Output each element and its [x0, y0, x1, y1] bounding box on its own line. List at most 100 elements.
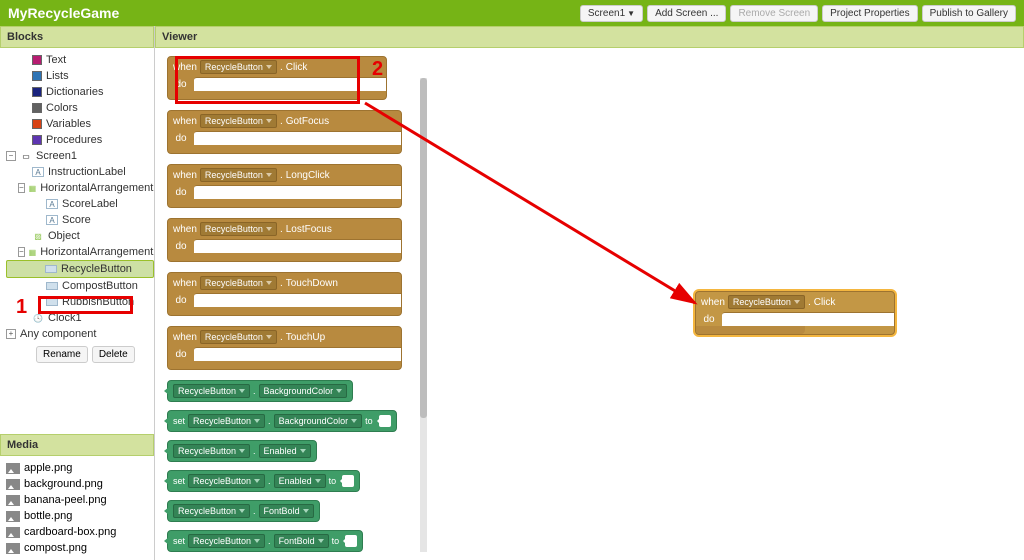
- topbar-buttons: Screen1▼ Add Screen ... Remove Screen Pr…: [580, 5, 1016, 22]
- setter-block-enabled[interactable]: setRecycleButton.Enabledto: [167, 470, 360, 492]
- label-icon: A: [46, 215, 58, 225]
- component-dropdown[interactable]: RecycleButton: [200, 168, 277, 182]
- tree-clock1[interactable]: 🕓Clock1: [6, 310, 154, 326]
- event-block-touchup[interactable]: whenRecycleButton.TouchUp do: [167, 326, 402, 370]
- label-icon: A: [46, 199, 58, 209]
- scrollbar-thumb[interactable]: [420, 78, 427, 418]
- project-properties-button[interactable]: Project Properties: [822, 5, 917, 22]
- component-dropdown[interactable]: RecycleButton: [200, 276, 277, 290]
- component-dropdown[interactable]: RecycleButton: [200, 114, 277, 128]
- rename-button[interactable]: Rename: [36, 346, 88, 363]
- tree-score[interactable]: AScore: [6, 212, 154, 228]
- tree-h2[interactable]: −▦HorizontalArrangement2: [6, 244, 154, 260]
- expand-icon[interactable]: +: [6, 329, 16, 339]
- viewer-workspace[interactable]: whenRecycleButton.Click do whenRecycleBu…: [155, 48, 1024, 560]
- chevron-down-icon: [336, 389, 342, 393]
- tree-recyclebutton[interactable]: RecycleButton: [6, 260, 154, 278]
- media-item[interactable]: background.png: [6, 476, 148, 492]
- delete-button[interactable]: Delete: [92, 346, 135, 363]
- event-block-longclick[interactable]: whenRecycleButton.LongClick do: [167, 164, 402, 208]
- screen-dropdown[interactable]: Screen1▼: [580, 5, 643, 22]
- chevron-down-icon: [239, 449, 245, 453]
- label-icon: A: [32, 167, 44, 177]
- chevron-down-icon: [300, 449, 306, 453]
- tree-rubbishbutton[interactable]: RubbishButton: [6, 294, 154, 310]
- builtin-procedures[interactable]: Procedures: [6, 132, 154, 148]
- builtin-variables[interactable]: Variables: [6, 116, 154, 132]
- app-title: MyRecycleGame: [8, 5, 119, 21]
- media-item[interactable]: banana-peel.png: [6, 492, 148, 508]
- image-file-icon: [6, 495, 20, 506]
- chevron-down-icon: [266, 65, 272, 69]
- tree-instructionlabel[interactable]: AInstructionLabel: [6, 164, 154, 180]
- component-dropdown[interactable]: RecycleButton: [200, 60, 277, 74]
- builtin-lists[interactable]: Lists: [6, 68, 154, 84]
- tree-scorelabel[interactable]: AScoreLabel: [6, 196, 154, 212]
- chevron-down-icon: [254, 539, 260, 543]
- chevron-down-icon: [266, 281, 272, 285]
- getter-block-enabled[interactable]: RecycleButton.Enabled: [167, 440, 317, 462]
- media-list: apple.png background.png banana-peel.png…: [0, 456, 154, 560]
- tree-screen1[interactable]: −▭Screen1: [6, 148, 154, 164]
- chevron-down-icon: [239, 389, 245, 393]
- chevron-down-icon: [351, 419, 357, 423]
- viewer-panel-header: Viewer: [155, 26, 1024, 48]
- chevron-down-icon: [794, 300, 800, 304]
- builtin-text[interactable]: Text: [6, 52, 154, 68]
- screen-icon: ▭: [20, 151, 32, 161]
- getter-block-fontbold[interactable]: RecycleButton.FontBold: [167, 500, 320, 522]
- collapse-icon[interactable]: −: [6, 151, 16, 161]
- tree-compostbutton[interactable]: CompostButton: [6, 278, 154, 294]
- tree-h1[interactable]: −▦HorizontalArrangement1: [6, 180, 154, 196]
- chevron-down-icon: [266, 335, 272, 339]
- event-block-touchdown[interactable]: whenRecycleButton.TouchDown do: [167, 272, 402, 316]
- layout-icon: ▦: [29, 247, 37, 257]
- chevron-down-icon: [266, 173, 272, 177]
- blocks-panel-header: Blocks: [0, 26, 154, 48]
- image-file-icon: [6, 527, 20, 538]
- getter-block-bgcolor[interactable]: RecycleButton.BackgroundColor: [167, 380, 353, 402]
- media-item[interactable]: cardboard-box.png: [6, 524, 148, 540]
- chevron-down-icon: [266, 119, 272, 123]
- builtin-colors[interactable]: Colors: [6, 100, 154, 116]
- remove-screen-button[interactable]: Remove Screen: [730, 5, 818, 22]
- add-screen-button[interactable]: Add Screen ...: [647, 5, 726, 22]
- chevron-down-icon: [254, 479, 260, 483]
- component-dropdown[interactable]: RecycleButton: [200, 330, 277, 344]
- event-block-lostfocus[interactable]: whenRecycleButton.LostFocus do: [167, 218, 402, 262]
- clock-icon: 🕓: [32, 313, 44, 323]
- topbar: MyRecycleGame Screen1▼ Add Screen ... Re…: [0, 0, 1024, 26]
- media-item[interactable]: bottle.png: [6, 508, 148, 524]
- collapse-icon[interactable]: −: [18, 247, 25, 257]
- chevron-down-icon: [239, 509, 245, 513]
- media-panel-header: Media: [0, 434, 154, 456]
- chevron-down-icon: [318, 539, 324, 543]
- chevron-down-icon: [254, 419, 260, 423]
- component-dropdown[interactable]: RecycleButton: [728, 295, 805, 309]
- left-sidebar: Blocks Text Lists Dictionaries Colors Va…: [0, 26, 155, 560]
- setter-block-fontbold[interactable]: setRecycleButton.FontBoldto: [167, 530, 363, 552]
- media-item[interactable]: apple.png: [6, 460, 148, 476]
- viewer-panel: Viewer whenRecycleButton.Click do whenRe…: [155, 26, 1024, 560]
- chevron-down-icon: [266, 227, 272, 231]
- collapse-icon[interactable]: −: [18, 183, 25, 193]
- dragged-event-block[interactable]: whenRecycleButton.Click do: [695, 291, 895, 335]
- setter-block-bgcolor[interactable]: setRecycleButton.BackgroundColorto: [167, 410, 397, 432]
- chevron-down-icon: [315, 479, 321, 483]
- builtin-dictionaries[interactable]: Dictionaries: [6, 84, 154, 100]
- button-icon: [45, 265, 57, 273]
- blocks-tree: Text Lists Dictionaries Colors Variables…: [0, 48, 154, 434]
- publish-gallery-button[interactable]: Publish to Gallery: [922, 5, 1016, 22]
- button-icon: [46, 298, 58, 306]
- tree-object[interactable]: ▨Object: [6, 228, 154, 244]
- image-icon: ▨: [32, 231, 44, 241]
- component-dropdown[interactable]: RecycleButton: [200, 222, 277, 236]
- media-item[interactable]: compost.png: [6, 540, 148, 556]
- event-block-gotfocus[interactable]: whenRecycleButton.GotFocus do: [167, 110, 402, 154]
- layout-icon: ▦: [29, 183, 37, 193]
- image-file-icon: [6, 463, 20, 474]
- button-icon: [46, 282, 58, 290]
- event-block-click[interactable]: whenRecycleButton.Click do: [167, 56, 387, 100]
- tree-any-component[interactable]: +Any component: [6, 326, 154, 342]
- image-file-icon: [6, 543, 20, 554]
